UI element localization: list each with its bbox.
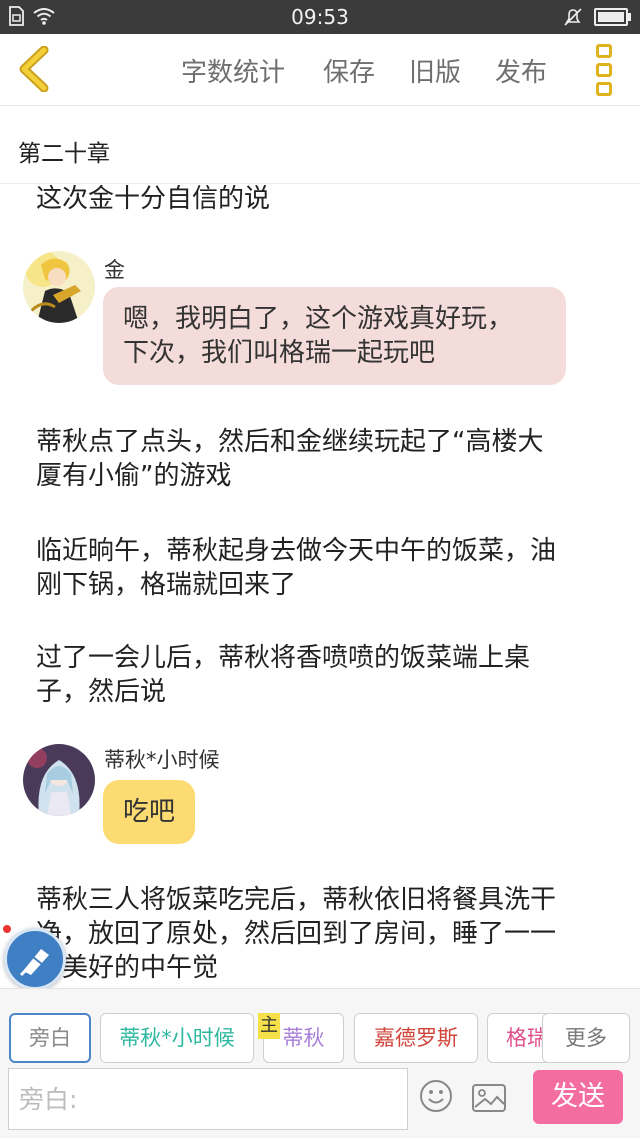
send-button[interactable]: 发送: [533, 1070, 623, 1124]
narration-line: 这次金十分自信的说: [36, 185, 271, 214]
avatar-jin-image: [23, 251, 95, 323]
word-count-button[interactable]: 字数统计: [181, 52, 285, 89]
speaker-name: 蒂秋*小时候: [104, 748, 220, 772]
narration-line: 过了一会儿后，蒂秋将香喷喷的饭菜端上桌: [36, 643, 531, 673]
narration-paragraph[interactable]: 这次金十分自信的说: [36, 185, 611, 216]
floating-assistant-button[interactable]: [4, 928, 66, 990]
speech-bubble[interactable]: 嗯，我明白了，这个游戏真好玩， 下次，我们叫格瑞一起玩吧: [103, 287, 566, 385]
battery-icon: [594, 8, 632, 26]
narration-line: 临近晌午，蒂秋起身去做今天中午的饭菜，油: [36, 536, 557, 566]
speaker-name: 金: [104, 258, 125, 282]
story-content[interactable]: 这次金十分自信的说 金 嗯，我明白了，这个游戏真好玩， 下次，我们叫格瑞一起玩吧…: [0, 185, 640, 988]
status-bar: 09:53: [0, 0, 640, 34]
narration-paragraph[interactable]: 蒂秋三人将饭菜吃完后，蒂秋依旧将餐具洗干 净，放回了原处，然后回到了房间，睡了一…: [36, 883, 611, 985]
narration-line: 蒂秋点了点头，然后和金继续玩起了“高楼大: [36, 427, 544, 457]
narration-paragraph[interactable]: 蒂秋点了点头，然后和金继续玩起了“高楼大 厦有小偷”的游戏: [36, 425, 611, 493]
avatar-jin[interactable]: [23, 251, 95, 323]
narration-paragraph[interactable]: 临近晌午，蒂秋起身去做今天中午的饭菜，油 刚下锅，格瑞就回来了: [36, 534, 611, 602]
narration-line: 净，放回了原处，然后回到了房间，睡了一一: [36, 919, 557, 949]
narration-line: 个美好的中午觉: [36, 953, 219, 983]
bubble-line: 吃吧: [123, 797, 176, 827]
role-chip-jiadeluosi[interactable]: 嘉德罗斯: [354, 1013, 478, 1063]
role-chip-narrator[interactable]: 旁白: [9, 1013, 91, 1063]
composer-bar: 发送: [0, 1068, 640, 1138]
narration-line: 刚下锅，格瑞就回来了: [36, 570, 297, 600]
role-selector-bar: 旁白 蒂秋*小时候 蒂秋 主 嘉德罗斯 格瑞 更多: [0, 988, 640, 1068]
status-time: 09:53: [291, 5, 349, 29]
mute-bell-icon: [564, 8, 582, 26]
back-chevron-icon[interactable]: [16, 46, 50, 92]
image-icon[interactable]: [471, 1082, 507, 1114]
feather-icon: [19, 949, 49, 977]
save-button[interactable]: 保存: [323, 52, 375, 89]
narration-line: 厦有小偷”的游戏: [36, 461, 232, 491]
narration-line: 蒂秋三人将饭菜吃完后，蒂秋依旧将餐具洗干: [36, 885, 557, 915]
editor-toolbar: 字数统计 保存 旧版 发布: [0, 34, 640, 106]
avatar-diqiu-image: [23, 744, 95, 816]
bubble-line: 嗯，我明白了，这个游戏真好玩，: [123, 304, 514, 334]
narration-paragraph[interactable]: 过了一会儿后，蒂秋将香喷喷的饭菜端上桌 子，然后说: [36, 641, 611, 709]
role-chip-diqiu-child[interactable]: 蒂秋*小时候: [100, 1013, 254, 1063]
emoji-icon[interactable]: [418, 1078, 454, 1114]
narration-line: 子，然后说: [36, 677, 167, 707]
avatar-diqiu[interactable]: [23, 744, 95, 816]
publish-button[interactable]: 发布: [495, 52, 547, 89]
speech-bubble[interactable]: 吃吧: [103, 780, 196, 844]
message-input[interactable]: [8, 1068, 408, 1130]
more-roles-button[interactable]: 更多: [542, 1013, 630, 1063]
chapter-title[interactable]: 第二十章: [18, 134, 110, 168]
main-role-badge: 主: [258, 1013, 280, 1039]
old-version-button[interactable]: 旧版: [409, 52, 461, 89]
more-menu-icon[interactable]: [596, 44, 614, 96]
bubble-line: 下次，我们叫格瑞一起玩吧: [123, 338, 436, 368]
chapter-header: 第二十章: [0, 106, 640, 184]
